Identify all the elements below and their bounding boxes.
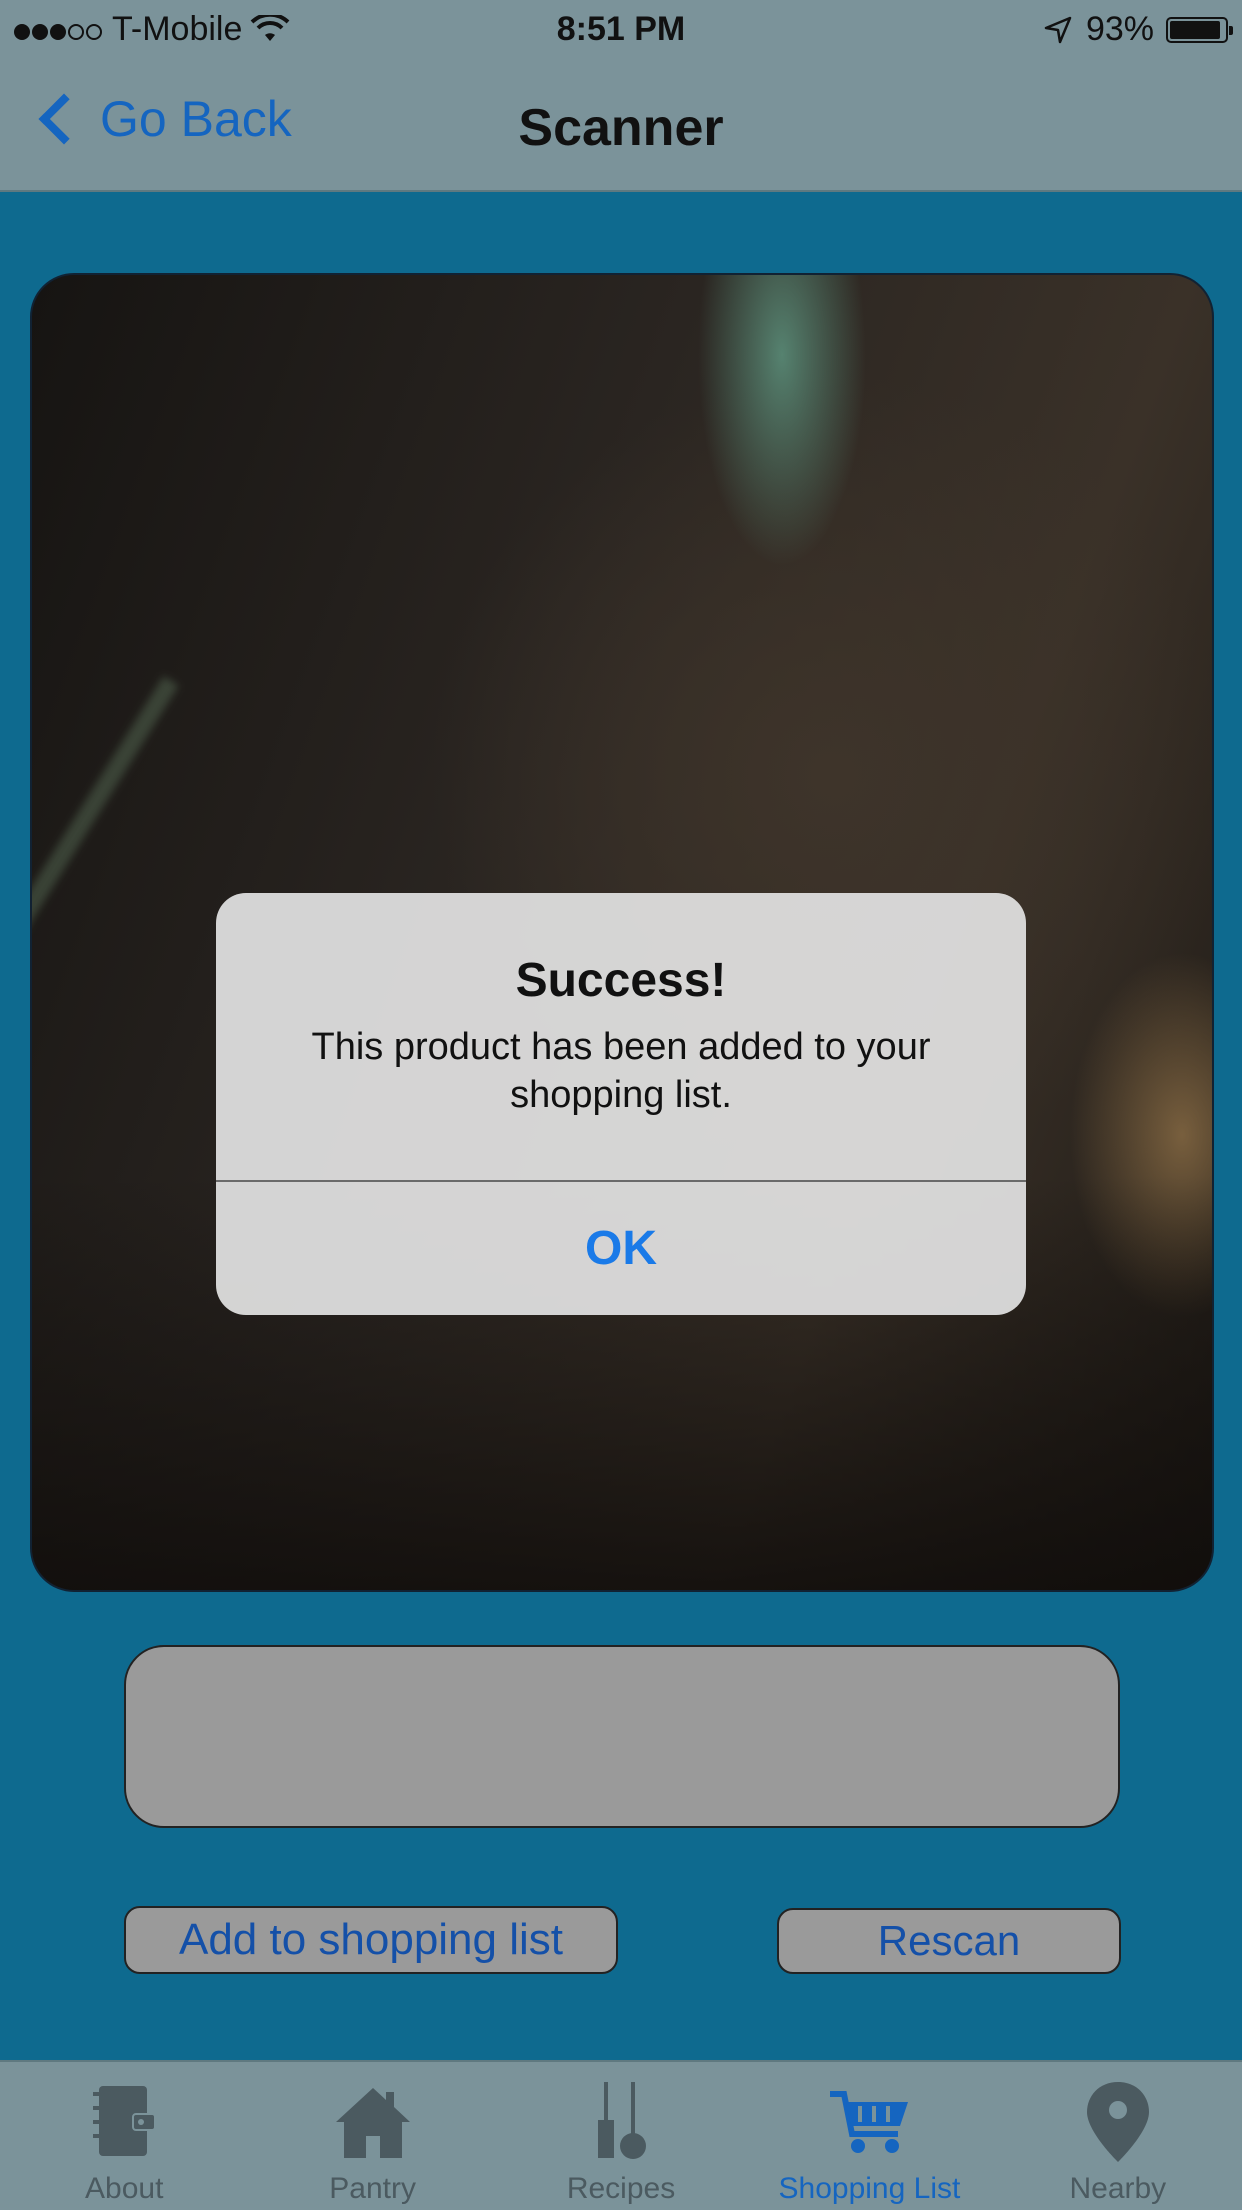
alert-ok-button[interactable]: OK <box>216 1182 1026 1315</box>
alert-message: This product has been added to your shop… <box>311 1026 931 1116</box>
alert-overlay: Success! This product has been added to … <box>0 0 1242 2208</box>
alert-title: Success! <box>515 954 727 1007</box>
success-alert: Success! This product has been added to … <box>216 893 1026 1315</box>
